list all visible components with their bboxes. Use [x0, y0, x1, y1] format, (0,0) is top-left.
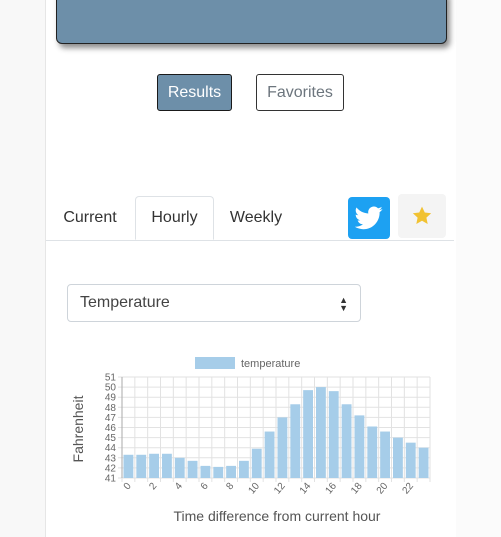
y-tick-label: 46	[105, 423, 117, 434]
temperature-bar	[123, 454, 134, 478]
temperature-bar	[341, 404, 352, 478]
temperature-bar	[239, 460, 249, 478]
x-tick-label: 22	[400, 481, 416, 497]
y-tick-label: 51	[105, 373, 117, 384]
tab-weekly[interactable]: Weekly	[221, 196, 291, 239]
x-tick-label: 6	[199, 481, 211, 493]
x-tick-label: 14	[298, 481, 314, 497]
y-tick-label: 43	[105, 453, 117, 464]
y-tick-label: 41	[105, 474, 117, 485]
right-margin	[456, 0, 501, 537]
star-icon	[412, 206, 432, 224]
x-tick-label: 0	[122, 481, 134, 493]
temperature-bar	[418, 447, 429, 478]
temperature-bar	[226, 465, 236, 478]
temperature-bar	[162, 453, 172, 478]
temperature-bar	[213, 466, 224, 478]
temperature-bar	[149, 453, 159, 478]
header-banner	[56, 0, 447, 44]
x-tick-label: 8	[224, 481, 236, 493]
metric-select-value: Temperature	[80, 294, 170, 311]
favorites-button[interactable]: Favorites	[256, 74, 344, 111]
temperature-bar	[303, 390, 313, 478]
x-tick-label: 20	[375, 481, 391, 497]
temperature-bar	[328, 391, 339, 478]
favorite-star-button[interactable]	[398, 194, 446, 238]
chart-x-ticks: 0 2 4 6 8 10 12 14 16 18 20 22	[122, 481, 417, 497]
y-tick-label: 49	[105, 393, 117, 404]
x-axis-label: Time difference from current hour	[174, 508, 381, 524]
temperature-bar	[136, 454, 147, 478]
temperature-bar	[367, 426, 378, 478]
temperature-chart: 4142434445464748495051 0 2 4 6 8 10 12 14 16 18 20…	[70, 357, 431, 524]
y-axis-label: Fahrenheit	[70, 395, 86, 462]
x-tick-label: 10	[246, 481, 262, 497]
chart-y-ticks: 4142434445464748495051	[105, 373, 117, 485]
x-tick-label: 16	[323, 481, 339, 497]
temperature-bar	[316, 387, 326, 478]
y-tick-label: 48	[105, 403, 117, 414]
forecast-tabs: Current Hourly Weekly	[46, 196, 454, 241]
x-tick-label: 2	[147, 481, 159, 493]
temperature-bar	[290, 404, 301, 478]
x-tick-label: 4	[173, 481, 185, 493]
temperature-bar	[251, 448, 262, 478]
temperature-bar	[264, 431, 275, 478]
temperature-bar	[380, 431, 390, 478]
y-tick-label: 44	[105, 443, 117, 454]
temperature-bar	[174, 457, 185, 478]
temperature-bar	[405, 442, 416, 478]
results-button[interactable]: Results	[157, 74, 232, 111]
x-tick-label: 12	[272, 481, 288, 497]
temperature-bar	[393, 437, 403, 478]
tab-hourly[interactable]: Hourly	[135, 196, 214, 240]
metric-select[interactable]: Temperature ▲ ▼	[67, 284, 361, 322]
y-tick-label: 47	[105, 413, 117, 424]
twitter-icon	[355, 206, 383, 230]
temperature-bar	[187, 460, 198, 478]
temperature-bar	[277, 417, 288, 478]
twitter-share-button[interactable]	[348, 197, 390, 239]
y-tick-label: 45	[105, 433, 117, 444]
legend-swatch	[195, 357, 235, 369]
legend-label: temperature	[241, 358, 300, 370]
tab-current[interactable]: Current	[52, 196, 128, 239]
temperature-bar	[200, 465, 211, 478]
y-tick-label: 50	[105, 383, 117, 394]
select-arrows-icon: ▲ ▼	[339, 295, 348, 313]
temperature-bar	[354, 415, 365, 478]
x-tick-label: 18	[349, 481, 365, 497]
y-tick-label: 42	[105, 463, 117, 474]
